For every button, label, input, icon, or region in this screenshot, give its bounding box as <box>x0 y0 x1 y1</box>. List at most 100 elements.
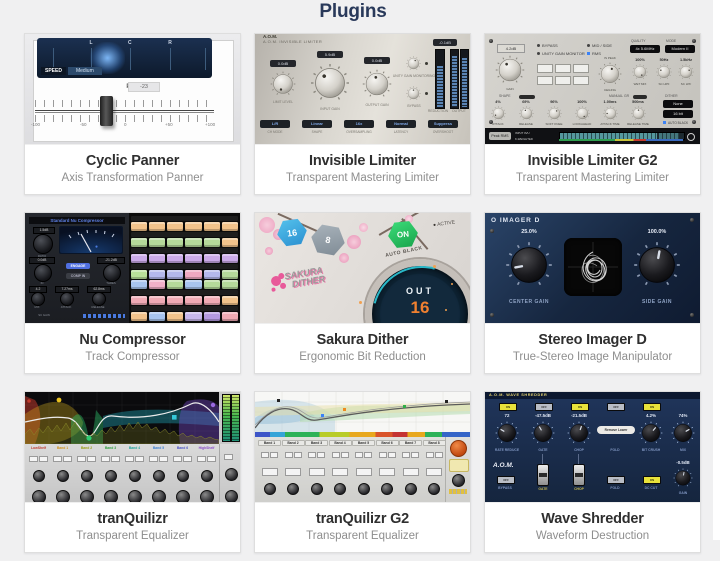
plugin-card-tranquilizr-g2[interactable]: Band 1 Band 2 Band 3 Band 4 Band 5 Band … <box>254 391 471 553</box>
plugin-name-text: O IMAGER D <box>491 217 540 224</box>
goniometer-scope <box>564 238 622 296</box>
eq-band-column: Band 8 <box>423 440 446 502</box>
preset-grid <box>129 213 240 323</box>
plugin-subtitle: Transparent Equalizer <box>25 530 240 542</box>
wet-mix-label: WET MIX <box>627 82 653 86</box>
pan-display: L C R SPEED Medium <box>37 38 212 78</box>
plugin-image-cyclic-panner: L C R SPEED Medium PAN -23 -100 -50 0 +5… <box>25 34 240 144</box>
unity-gain-knob <box>406 56 421 71</box>
plugin-image-stereo-imager-d: O IMAGER D 25.0% CENTER GAIN 100.0% SIDE… <box>485 213 700 323</box>
band-controls-panel: Band 1 Band 2 Band 3 Band 4 Band 5 Band … <box>255 437 470 502</box>
plugin-card-invisible-limiter[interactable]: A.O.M. A.O.M. INVISIBLE LIMITER 0.0dB LI… <box>254 33 471 195</box>
fold-button: OFF <box>607 403 625 411</box>
auto-black-label: AUTO BLACK <box>385 245 423 259</box>
in-knob <box>34 264 52 282</box>
k-weighted-label: K-WEIGHTED <box>515 137 533 141</box>
eq-band-column: Band 4 <box>329 440 352 502</box>
sc-gain-label: SC GAIN <box>29 313 59 317</box>
label-right: R <box>168 40 172 46</box>
preset-button <box>185 312 201 321</box>
chop-knob <box>567 421 591 445</box>
out-label: OUT <box>372 286 468 296</box>
dither-bits-display: 16 bit <box>663 110 693 118</box>
preset-button <box>204 312 220 321</box>
eq-band-column: LowShelf <box>27 446 50 502</box>
plugin-image-invisible-limiter-g2: 4.2dB GAIN BYPASS UNITY GAIN MONITOR MID… <box>485 34 700 144</box>
plugin-card-cyclic-panner[interactable]: L C R SPEED Medium PAN -23 -100 -50 0 +5… <box>24 33 241 195</box>
preset-button <box>204 254 220 263</box>
release-time-value: 500ms <box>625 100 651 104</box>
bit-crush-button: ON <box>643 403 661 411</box>
plugin-image-invisible-limiter: A.O.M. A.O.M. INVISIBLE LIMITER 0.0dB LI… <box>255 34 470 144</box>
sc-lpf-knob <box>678 64 694 80</box>
ratio-value: 1.5dB <box>33 227 55 234</box>
plugin-card-wave-shredder[interactable]: A.O.M. WAVE SHREDDER ON 72 RATE REDUCE O… <box>484 391 701 553</box>
attack-value: 4% <box>485 100 511 104</box>
overshoot-switch: Suppress <box>428 120 458 128</box>
input-gain-label: INPUT GAIN <box>308 107 352 111</box>
side-gain-knob <box>633 241 681 289</box>
plugin-title: tranQuilizr <box>25 511 240 527</box>
page-title: Plugins <box>0 1 706 23</box>
attack-knob <box>491 106 506 121</box>
release-time-knob <box>631 106 646 121</box>
plugin-card-tranquilizr[interactable]: LowShelf Band 1 Band 2 Band 3 Band 4 Ban… <box>24 391 241 553</box>
mix-value: 74% <box>665 413 700 418</box>
gate-switch-label: GATE <box>523 487 563 491</box>
eq-band-column: Band 1 <box>51 446 74 502</box>
is-peak-label: IS PEAK <box>597 56 623 60</box>
master-section <box>223 448 240 502</box>
oversampling-label: OVERSAMPLING <box>337 130 381 134</box>
plugin-card-sakura-dither[interactable]: 16 8 ON AUTO BLACK ● ACTIVE SAKURA DITHE… <box>254 212 471 374</box>
plugin-subtitle: Transparent Mastering Limiter <box>255 172 470 184</box>
plugin-card-invisible-limiter-g2[interactable]: 4.2dB GAIN BYPASS UNITY GAIN MONITOR MID… <box>484 33 701 195</box>
side-gain-label: SIDE GAIN <box>625 299 689 305</box>
preset-button <box>149 312 165 321</box>
eq-band-column: Band 4 <box>123 446 146 502</box>
center-gain-label: CENTER GAIN <box>497 299 561 305</box>
preset-button <box>204 296 220 305</box>
preset-button <box>131 238 147 247</box>
latency-label: LATENCY <box>379 130 423 134</box>
eq-band-column: Band 7 <box>399 440 422 502</box>
panel-divider <box>445 437 446 502</box>
output-label: OUTPUT <box>447 109 470 113</box>
eq-band-column: Band 6 <box>171 446 194 502</box>
rate-reduce-button: ON <box>499 403 517 411</box>
plugin-card-stereo-imager-d[interactable]: O IMAGER D 25.0% CENTER GAIN 100.0% SIDE… <box>484 212 701 374</box>
output-meter-right <box>231 394 240 442</box>
peak-rms-button: Peak RMS <box>489 132 511 140</box>
scale-0: 0 <box>124 122 127 127</box>
unity-gain-toggle: UNITY GAIN MONITOR <box>537 51 585 56</box>
plugin-card-nu-compressor[interactable]: Standard Nu Compressor 1.5dB RATIO ● <box>24 212 241 374</box>
rate-reduce-value: 72 <box>489 413 525 418</box>
attack-knob <box>60 292 74 306</box>
input-gain-knob <box>310 63 350 103</box>
bypass-label: BYPASS <box>485 486 525 490</box>
preset-button <box>204 280 220 289</box>
sc-lpf-value: 1.5kHz <box>673 58 699 62</box>
eq-graph <box>255 392 470 432</box>
scrollbar-track[interactable] <box>713 0 720 540</box>
meter-value: -0.1dB <box>433 39 457 46</box>
plugin-title: Stereo Imager D <box>485 332 700 348</box>
preset-button <box>149 280 165 289</box>
output-meter-left <box>450 49 459 109</box>
panel-divider <box>219 444 220 502</box>
manual-gr-label: MANUAL GR <box>609 94 629 98</box>
rate-reduce-knob <box>495 421 519 445</box>
mode-label: MODE <box>666 39 676 43</box>
soft-knee-label: SOFT KNEE <box>541 122 567 126</box>
preset-button <box>167 312 183 321</box>
mix-knob <box>671 421 695 445</box>
preset-button <box>131 222 147 231</box>
sc-hpf-knob <box>656 64 672 80</box>
preset-button <box>185 254 201 263</box>
plugin-subtitle: Transparent Mastering Limiter <box>485 172 700 184</box>
release-knob <box>519 106 534 121</box>
chop-label: CHOP <box>559 448 599 452</box>
preset-button <box>131 270 147 279</box>
preset-button <box>149 238 165 247</box>
mix-label: MIX <box>29 305 45 309</box>
mix-label: MIX <box>663 448 700 452</box>
